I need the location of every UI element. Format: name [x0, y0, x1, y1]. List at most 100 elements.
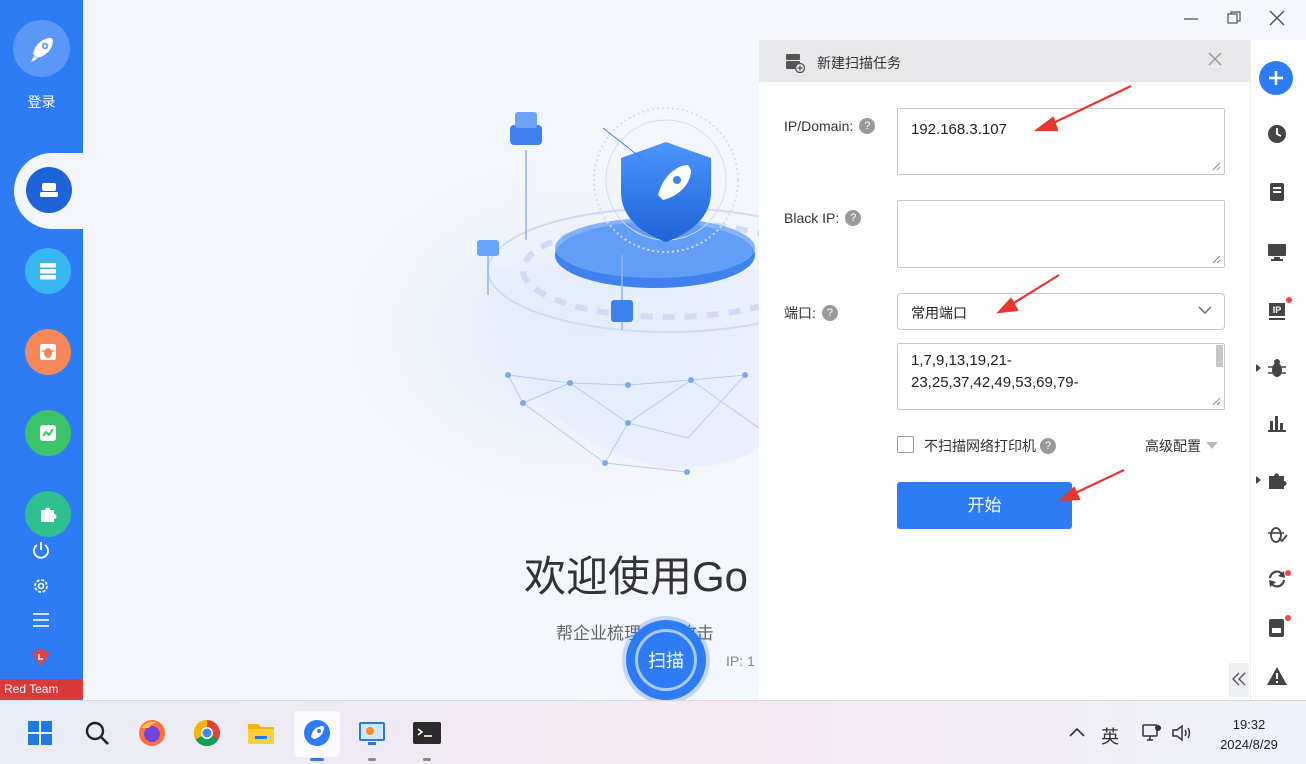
alert-button[interactable]: [1265, 664, 1289, 688]
network-status-button[interactable]: [1141, 723, 1163, 748]
black-ip-input[interactable]: [897, 200, 1225, 268]
start-button[interactable]: 开始: [897, 482, 1072, 529]
black-ip-label: Black IP: ?: [784, 210, 862, 226]
network-tool-button[interactable]: [356, 717, 388, 749]
bug-check-icon: [1268, 527, 1288, 543]
puzzle-icon: [1269, 473, 1287, 489]
port-list-line-1: 1,7,9,13,19,21-: [911, 352, 1012, 369]
nav-scan-tab[interactable]: [14, 153, 94, 229]
folder-icon: [248, 724, 274, 744]
ip-button[interactable]: IP: [1265, 299, 1289, 323]
start-menu-button[interactable]: [24, 717, 56, 749]
help-icon[interactable]: ?: [845, 210, 862, 226]
help-icon[interactable]: ?: [859, 118, 876, 134]
expand-arrow-icon[interactable]: [1256, 364, 1261, 372]
redteam-badge-icon: [29, 645, 53, 669]
statistics-button[interactable]: [1265, 411, 1289, 435]
clock-date: 2024/8/29: [1220, 737, 1278, 752]
scan-button-label: 扫描: [635, 629, 697, 691]
port-label: 端口: ?: [784, 303, 838, 323]
speaker-icon: [1172, 724, 1191, 742]
no-printer-checkbox[interactable]: [897, 436, 914, 453]
clock-icon: [1268, 125, 1286, 143]
file-explorer-button[interactable]: [245, 717, 277, 749]
terminal-button[interactable]: [411, 717, 443, 749]
port-label-text: 端口:: [784, 305, 816, 321]
no-printer-label-text: 不扫描网络打印机: [924, 438, 1036, 454]
expand-arrow-icon[interactable]: [1256, 476, 1261, 484]
welcome-title: 欢迎使用Go: [524, 553, 749, 600]
resize-grip-icon[interactable]: [1212, 162, 1221, 171]
exploit-button[interactable]: [1265, 522, 1289, 546]
clock-time: 19:32: [1232, 717, 1266, 732]
menu-icon[interactable]: [29, 608, 53, 632]
running-app-indicator: [368, 758, 376, 761]
system-clock[interactable]: 19:32 2024/8/29: [1209, 715, 1289, 755]
task-list-button[interactable]: [1265, 180, 1289, 204]
server-icon: [40, 263, 56, 280]
advanced-config-toggle[interactable]: 高级配置: [1145, 436, 1218, 456]
chevron-down-icon: [1198, 306, 1212, 314]
port-list-line-2: 23,25,37,42,49,53,69,79-: [911, 374, 1079, 391]
goby-rocket-icon: [304, 720, 330, 746]
restore-button[interactable]: [1223, 8, 1245, 28]
monitor-icon: [1268, 244, 1286, 261]
firefox-button[interactable]: [136, 717, 168, 749]
close-window-button[interactable]: [1266, 8, 1288, 28]
login-label[interactable]: 登录: [0, 92, 83, 112]
ime-indicator[interactable]: 英: [1101, 723, 1119, 749]
no-printer-label: 不扫描网络打印机 ?: [924, 436, 1056, 456]
double-chevron-left-icon: [1232, 672, 1246, 686]
port-list-scrollbar[interactable]: [1216, 345, 1223, 367]
caret-down-icon: [1206, 442, 1218, 449]
tray-overflow-button[interactable]: [1068, 723, 1086, 744]
plugin-button[interactable]: [1265, 468, 1289, 492]
power-icon[interactable]: [29, 538, 53, 562]
collapse-panel-button[interactable]: [1229, 663, 1249, 697]
ip-domain-input[interactable]: 192.168.3.107: [897, 108, 1225, 175]
port-list-input[interactable]: 1,7,9,13,19,21- 23,25,37,42,49,53,69,79-: [897, 343, 1225, 410]
scan-button[interactable]: 扫描: [626, 620, 706, 700]
puzzle-icon: [41, 507, 57, 522]
scan-task-icon: [26, 167, 72, 213]
document-icon: [1270, 183, 1284, 201]
volume-button[interactable]: [1171, 723, 1193, 748]
svg-text:IP: IP: [1273, 305, 1282, 315]
add-task-button[interactable]: [1259, 61, 1293, 95]
nav-assets-button[interactable]: [25, 248, 71, 294]
help-icon[interactable]: ?: [1040, 438, 1056, 454]
chrome-button[interactable]: [191, 717, 223, 749]
notification-dot: [1285, 615, 1291, 621]
search-button[interactable]: [81, 717, 113, 749]
chevron-up-icon: [1069, 727, 1085, 737]
user-avatar[interactable]: [13, 20, 70, 77]
minimize-button[interactable]: [1180, 8, 1202, 28]
chart-icon: [40, 425, 56, 441]
restore-icon: [1227, 11, 1241, 24]
goby-app-button[interactable]: [301, 717, 333, 749]
network-icon: [1142, 724, 1161, 741]
running-app-indicator: [423, 758, 431, 761]
settings-gear-icon[interactable]: [29, 574, 53, 598]
network-monitor-icon: [359, 722, 385, 745]
advanced-config-label: 高级配置: [1145, 438, 1201, 454]
close-icon: [1208, 52, 1222, 66]
notification-dot: [1286, 297, 1292, 303]
dialog-close-button[interactable]: [1205, 50, 1225, 70]
nav-vuln-button[interactable]: [25, 329, 71, 375]
windows-taskbar: 英 19:32 2024/8/29: [0, 700, 1306, 764]
ip-domain-value: 192.168.3.107: [911, 121, 1007, 138]
nav-report-button[interactable]: [25, 410, 71, 456]
port-preset-select[interactable]: 常用端口: [897, 293, 1225, 330]
black-ip-label-text: Black IP:: [784, 210, 840, 226]
nav-plugins-button[interactable]: [25, 491, 71, 537]
help-icon[interactable]: ?: [821, 305, 838, 321]
left-sidebar: 登录 Red Team: [0, 0, 94, 700]
vuln-button[interactable]: [1265, 356, 1289, 380]
resize-grip-icon[interactable]: [1212, 255, 1221, 264]
new-scan-task-dialog: 新建扫描任务 IP/Domain: ? 192.168.3.107 Black …: [759, 40, 1250, 700]
resize-grip-icon[interactable]: [1212, 397, 1221, 406]
bug-icon: [40, 344, 56, 360]
host-button[interactable]: [1265, 240, 1289, 264]
history-button[interactable]: [1265, 122, 1289, 146]
